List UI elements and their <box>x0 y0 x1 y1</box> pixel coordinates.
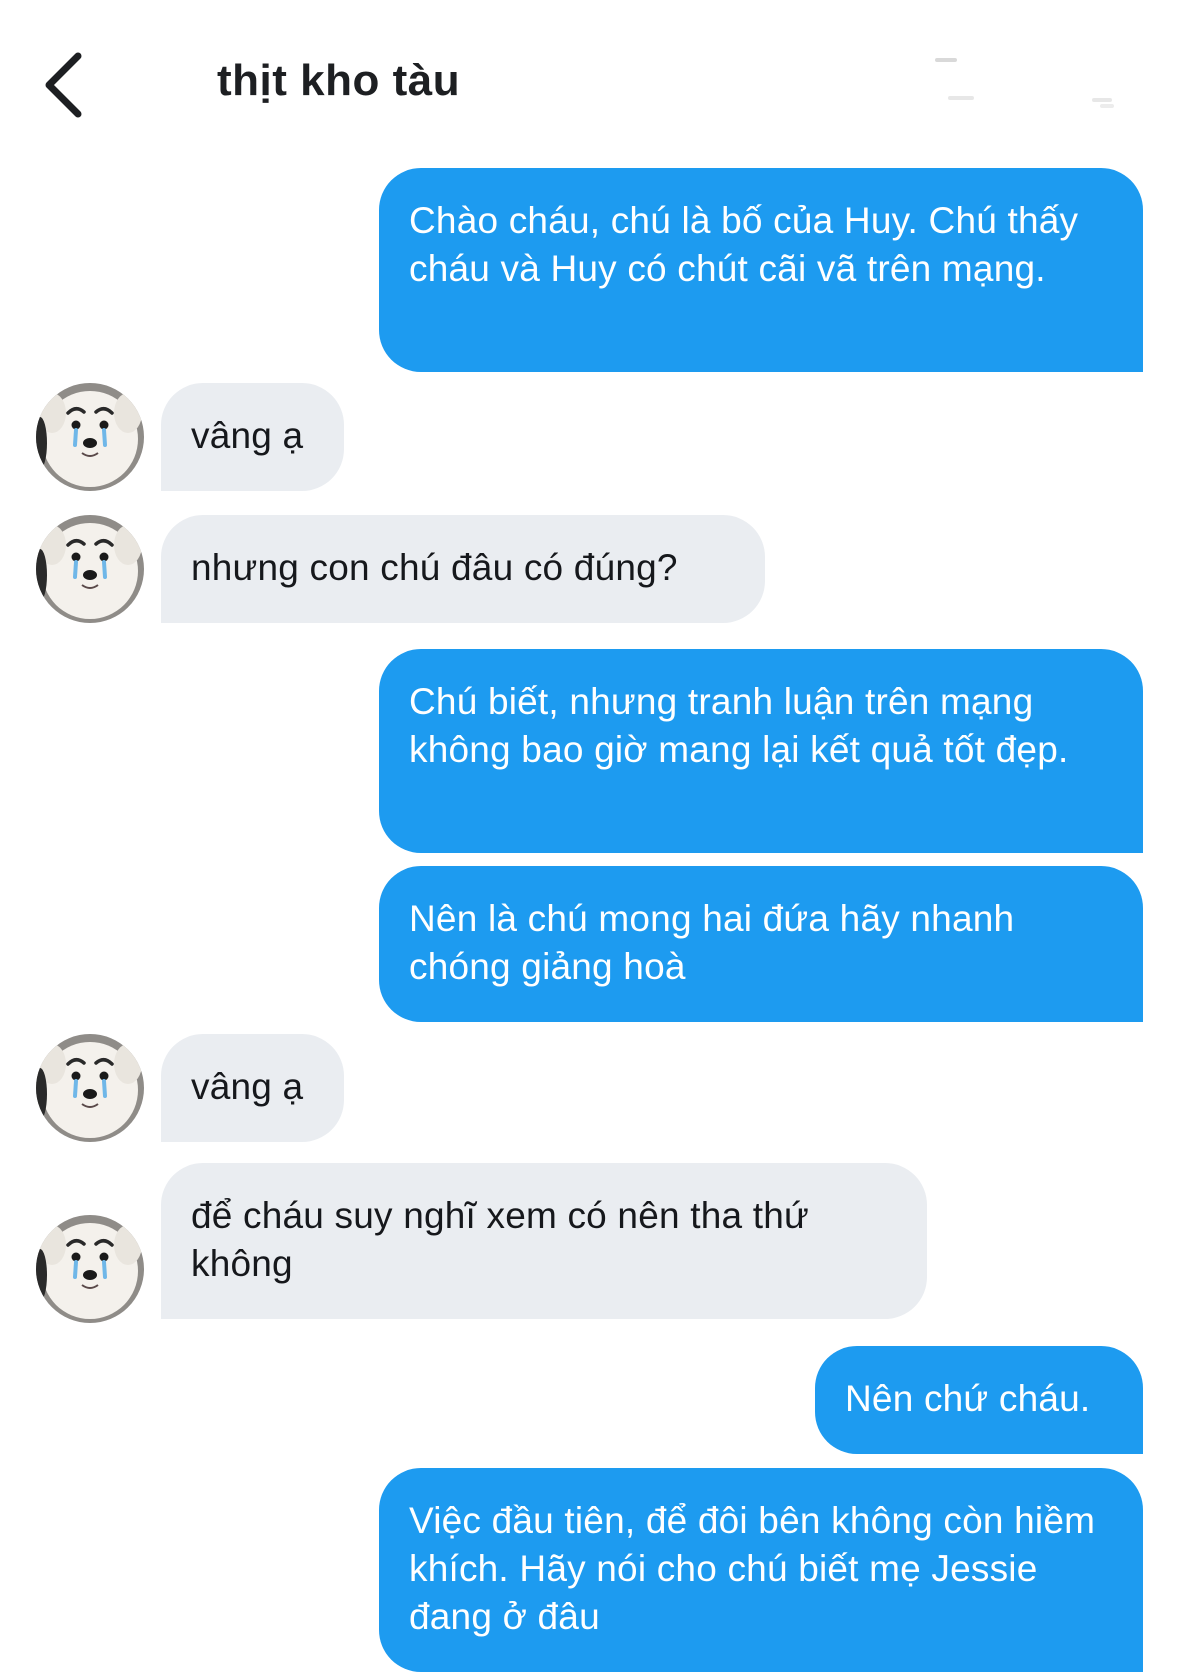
message-text: để cháu suy nghĩ xem có nên tha thứ khôn… <box>191 1195 809 1284</box>
incoming-message[interactable]: để cháu suy nghĩ xem có nên tha thứ khôn… <box>161 1163 927 1319</box>
message-text: Chú biết, nhưng tranh luận trên mạng khô… <box>409 681 1069 770</box>
outgoing-message[interactable]: Chú biết, nhưng tranh luận trên mạng khô… <box>379 649 1143 853</box>
incoming-message[interactable]: vâng ạ <box>161 383 344 491</box>
conversation-title[interactable]: thịt kho tàu <box>217 56 460 106</box>
message-text: vâng ạ <box>191 415 304 456</box>
chevron-left-icon <box>45 52 82 118</box>
avatar[interactable] <box>36 383 144 491</box>
message-text: Nên chứ cháu. <box>845 1378 1091 1419</box>
outgoing-message[interactable]: Nên là chú mong hai đứa hãy nhanh chóng … <box>379 866 1143 1022</box>
message-text: Việc đầu tiên, để đôi bên không còn hiềm… <box>409 1500 1096 1637</box>
message-text: Nên là chú mong hai đứa hãy nhanh chóng … <box>409 898 1015 987</box>
incoming-message[interactable]: nhưng con chú đâu có đúng? <box>161 515 765 623</box>
message-text: nhưng con chú đâu có đúng? <box>191 547 678 588</box>
avatar[interactable] <box>36 515 144 623</box>
chat-header: thịt kho tàu <box>0 0 1179 150</box>
avatar[interactable] <box>36 1034 144 1142</box>
message-text: vâng ạ <box>191 1066 304 1107</box>
incoming-message[interactable]: vâng ạ <box>161 1034 344 1142</box>
message-text: Chào cháu, chú là bố của Huy. Chú thấy c… <box>409 200 1079 289</box>
samoyed-dog-avatar <box>36 383 144 491</box>
outgoing-message[interactable]: Nên chứ cháu. <box>815 1346 1143 1454</box>
samoyed-dog-avatar <box>36 1034 144 1142</box>
samoyed-dog-avatar <box>36 515 144 623</box>
outgoing-message[interactable]: Việc đầu tiên, để đôi bên không còn hiềm… <box>379 1468 1143 1672</box>
samoyed-dog-avatar <box>36 1215 144 1323</box>
outgoing-message[interactable]: Chào cháu, chú là bố của Huy. Chú thấy c… <box>379 168 1143 372</box>
back-button[interactable] <box>40 50 90 120</box>
avatar[interactable] <box>36 1215 144 1323</box>
